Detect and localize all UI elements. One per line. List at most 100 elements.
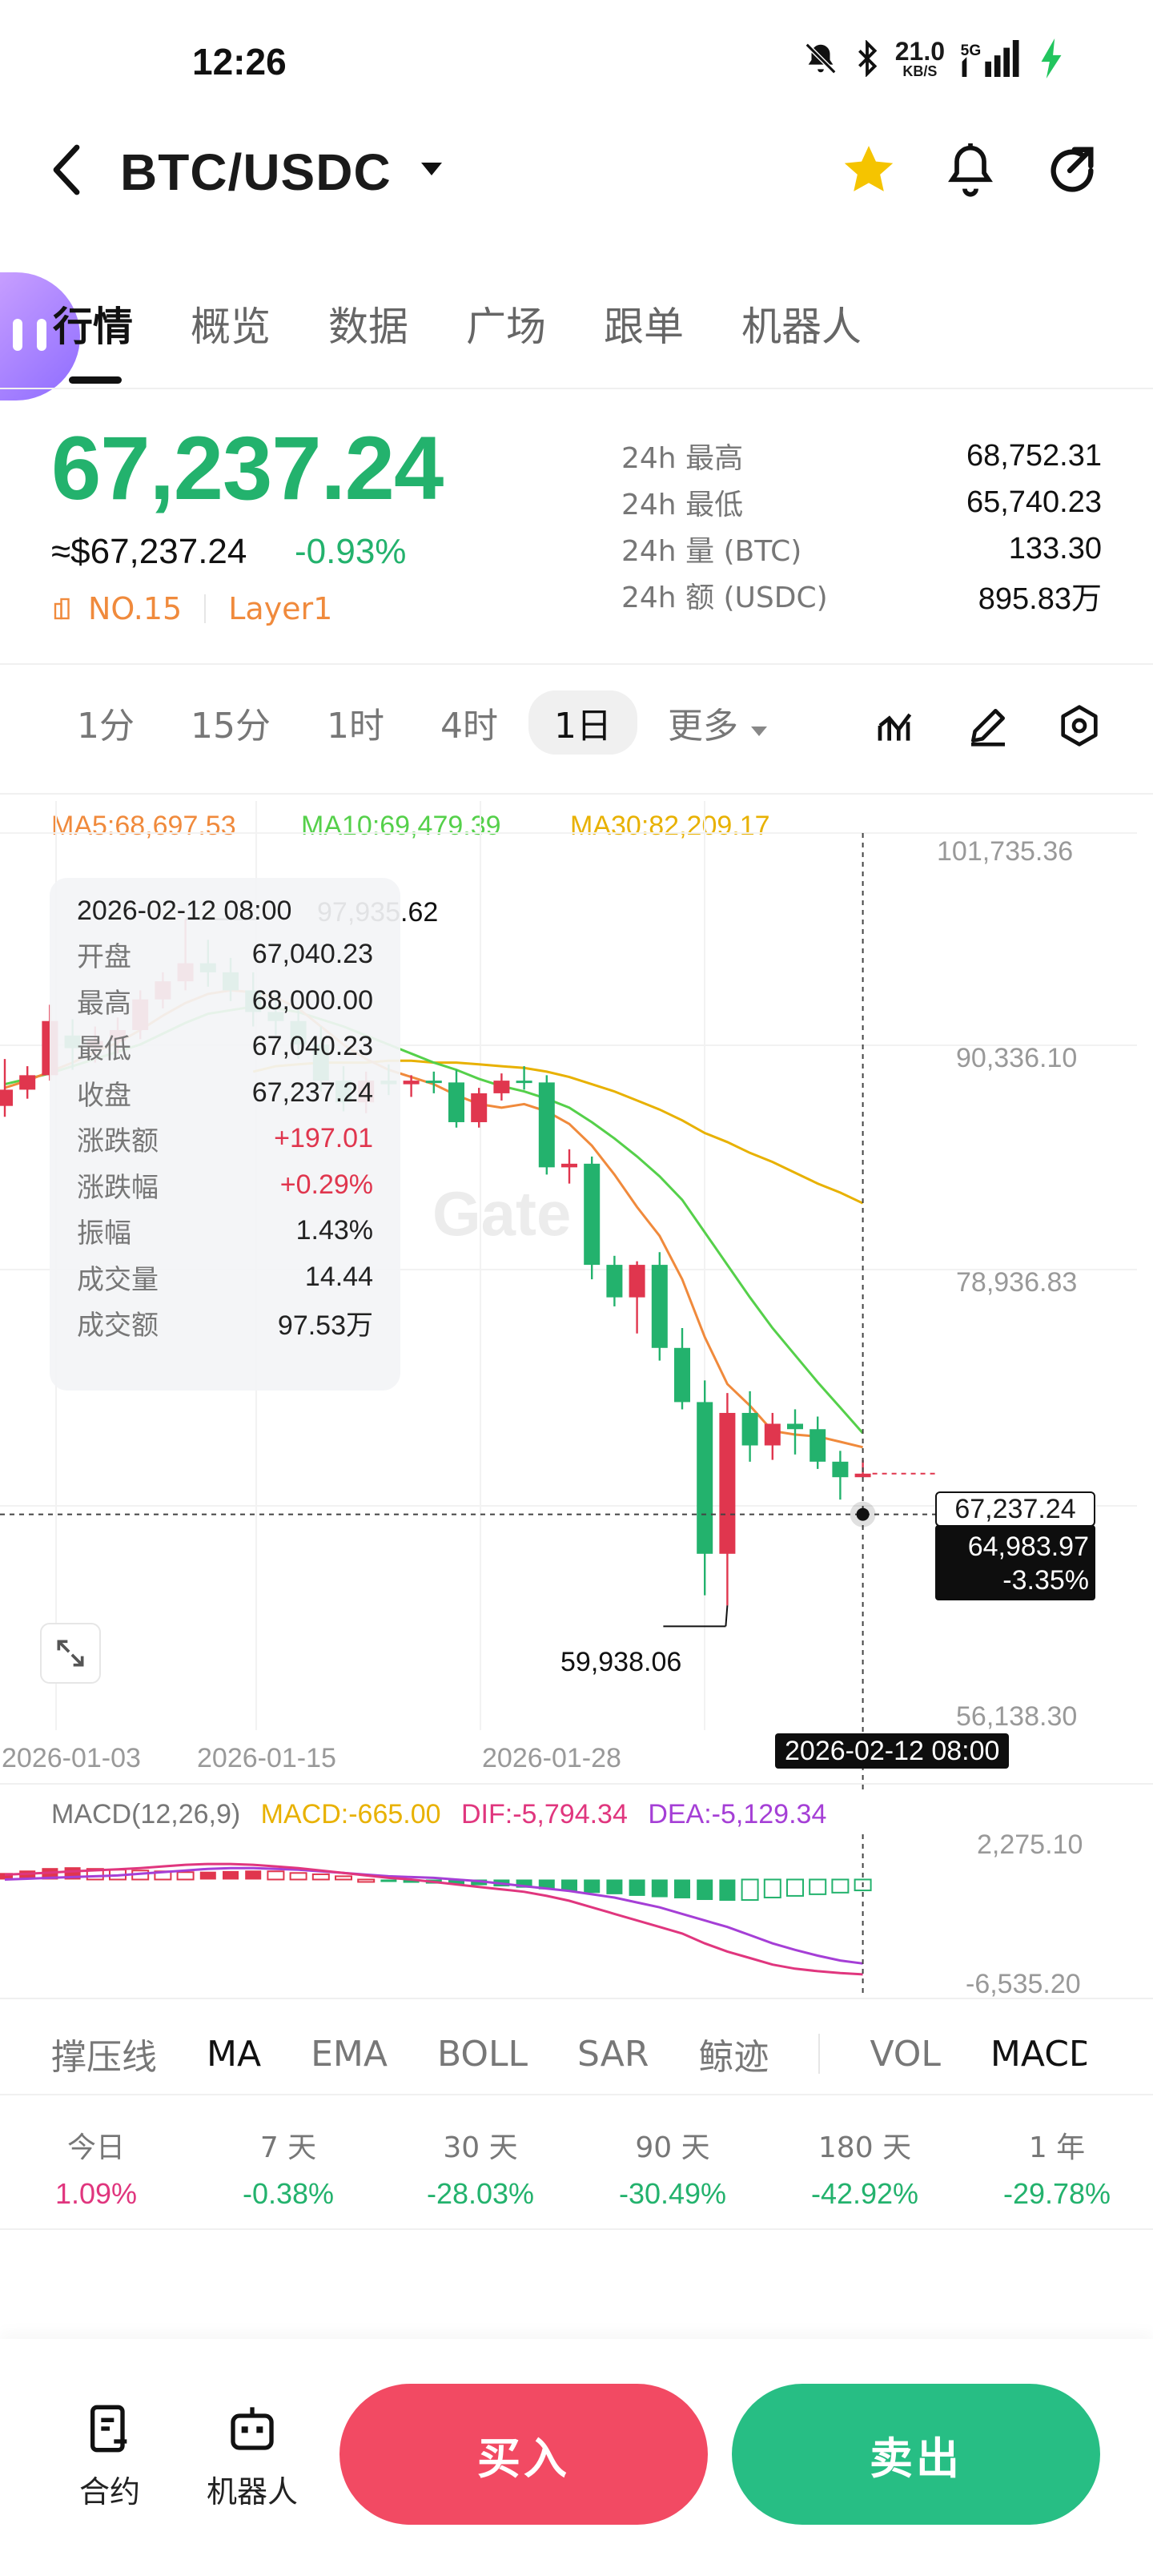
- pair-title[interactable]: BTC/USDC: [120, 143, 392, 202]
- indicator-icon[interactable]: [874, 703, 919, 748]
- price-change-pct: -0.93%: [295, 532, 407, 571]
- tooltip-value: +0.29%: [279, 1169, 373, 1200]
- settings-hexagon-icon[interactable]: [1057, 703, 1102, 748]
- candle-body: [493, 1081, 510, 1093]
- candle-body: [651, 1265, 668, 1348]
- stat-label: 24h 额 (USDC): [621, 582, 828, 614]
- fullscreen-button[interactable]: [40, 1623, 101, 1684]
- macd-histogram-bar: [674, 1879, 690, 1898]
- tab-overview[interactable]: 概览: [191, 295, 271, 352]
- macd-chart[interactable]: [0, 1834, 1153, 1994]
- back-icon[interactable]: [51, 143, 83, 197]
- stat-label: 24h 最高: [621, 442, 744, 475]
- contract-button[interactable]: 合约: [58, 2403, 162, 2511]
- stat-label: 24h 量 (BTC): [621, 535, 802, 568]
- interval-4h[interactable]: 4时: [440, 697, 498, 748]
- candle-body: [516, 1081, 532, 1084]
- interval-1m[interactable]: 1分: [77, 697, 135, 748]
- bot-button[interactable]: 机器人: [200, 2403, 304, 2511]
- crosshair-price: 64,983.97: [967, 1532, 1089, 1562]
- rank-tag[interactable]: NO.15: [88, 591, 182, 626]
- x-tick-2: 2026-01-15: [197, 1743, 336, 1773]
- candle-body: [584, 1163, 601, 1266]
- tag-separator: [204, 594, 207, 623]
- coin-tags: NO.15 Layer1: [53, 591, 332, 626]
- perf-value: -30.49%: [618, 2177, 727, 2210]
- stat-row-turnover: 24h 额 (USDC) 895.83万: [621, 572, 1102, 618]
- indicator-vol[interactable]: VOL: [870, 2034, 940, 2075]
- perf-value: -29.78%: [1002, 2177, 1111, 2210]
- contract-icon: [90, 2405, 127, 2453]
- candle-body: [719, 1412, 736, 1554]
- indicator-sar[interactable]: SAR: [577, 2034, 649, 2075]
- x-tick-1: 2026-01-03: [2, 1743, 141, 1773]
- tab-market[interactable]: 行情: [53, 295, 133, 352]
- tooltip-row-change-pct: 涨跌幅 +0.29%: [77, 1162, 373, 1209]
- indicator-whale[interactable]: 鲸迹: [698, 2028, 769, 2079]
- perf-label: 7 天: [259, 2131, 317, 2164]
- candle-body: [403, 1081, 420, 1085]
- 24h-stats: 24h 最高 68,752.31 24h 最低 65,740.23 24h 量 (B…: [621, 433, 1102, 618]
- interval-15m[interactable]: 15分: [191, 697, 271, 748]
- candle-body: [697, 1402, 713, 1554]
- macd-histogram-bar: [763, 1878, 781, 1898]
- share-icon[interactable]: [1044, 143, 1100, 199]
- interval-more[interactable]: 更多: [668, 697, 769, 748]
- tooltip-label: 最低: [77, 1033, 131, 1066]
- divider: [0, 2094, 1153, 2095]
- candle-body: [832, 1461, 849, 1478]
- tooltip-row-volume: 成交量 14.44: [77, 1254, 373, 1301]
- macd-histogram-bar: [719, 1879, 736, 1902]
- usd-price: ≈$67,237.24: [51, 532, 247, 571]
- tooltip-label: 开盘: [77, 941, 131, 974]
- robot-icon: [231, 2407, 274, 2450]
- candle-body: [810, 1429, 826, 1462]
- candle-body: [764, 1423, 781, 1446]
- candle-body: [787, 1423, 803, 1430]
- indicator-ma[interactable]: MA: [207, 2034, 261, 2075]
- star-icon[interactable]: [839, 141, 898, 200]
- tooltip-row-amplitude: 振幅 1.43%: [77, 1208, 373, 1254]
- stat-value: 65,740.23: [966, 485, 1102, 519]
- indicator-boll[interactable]: BOLL: [437, 2034, 528, 2075]
- chart-watermark: Gate: [432, 1178, 572, 1249]
- candle-body: [19, 1075, 36, 1090]
- trough-price-label: 59,938.06: [560, 1647, 682, 1677]
- divider: [0, 388, 1153, 389]
- buy-button[interactable]: 买入: [339, 2384, 708, 2525]
- tooltip-label: 成交量: [77, 1263, 159, 1296]
- crosshair-dot: [856, 1507, 870, 1521]
- perf-label: 90 天: [635, 2131, 710, 2164]
- perf-label: 1 年: [1028, 2131, 1086, 2164]
- bell-icon[interactable]: [943, 141, 998, 200]
- macd-histogram-bar: [606, 1879, 623, 1894]
- tooltip-row-change: 涨跌额 +197.01: [77, 1116, 373, 1162]
- interval-selector: 1分 15分 1时 4时 1日 更多: [77, 690, 825, 755]
- indicator-ema[interactable]: EMA: [311, 2034, 388, 2075]
- net-speed-unit: KB/S: [902, 63, 938, 79]
- category-tag[interactable]: Layer1: [228, 591, 332, 626]
- tooltip-date: 2026-02-12 08:00: [77, 896, 292, 926]
- tooltip-label: 成交额: [77, 1310, 159, 1342]
- tooltip-value: +197.01: [274, 1123, 373, 1154]
- interval-1h[interactable]: 1时: [327, 697, 384, 748]
- tab-data[interactable]: 数据: [328, 295, 408, 352]
- tooltip-row-high: 最高 68,000.00: [77, 978, 373, 1024]
- indicator-macd[interactable]: MACD: [990, 2034, 1087, 2075]
- tab-square[interactable]: 广场: [466, 295, 546, 352]
- interval-1d[interactable]: 1日: [528, 690, 637, 755]
- dropdown-caret-icon[interactable]: [420, 160, 444, 178]
- indicator-support[interactable]: 撑压线: [51, 2028, 157, 2079]
- tab-bot[interactable]: 机器人: [741, 295, 862, 352]
- stat-row-high: 24h 最高 68,752.31: [621, 433, 1102, 479]
- signal-icon: 5G: [961, 40, 1019, 77]
- tab-copy-trade[interactable]: 跟单: [604, 295, 684, 352]
- tooltip-label: 涨跌额: [77, 1125, 159, 1158]
- candle-body: [606, 1265, 623, 1298]
- draw-pencil-icon[interactable]: [966, 703, 1010, 748]
- sell-button[interactable]: 卖出: [732, 2384, 1100, 2525]
- crosshair-date-tag: 2026-02-12 08:00: [775, 1733, 1010, 1769]
- rank-icon: [54, 598, 70, 620]
- macd-histogram-bar: [831, 1878, 850, 1894]
- candle-body: [425, 1081, 442, 1084]
